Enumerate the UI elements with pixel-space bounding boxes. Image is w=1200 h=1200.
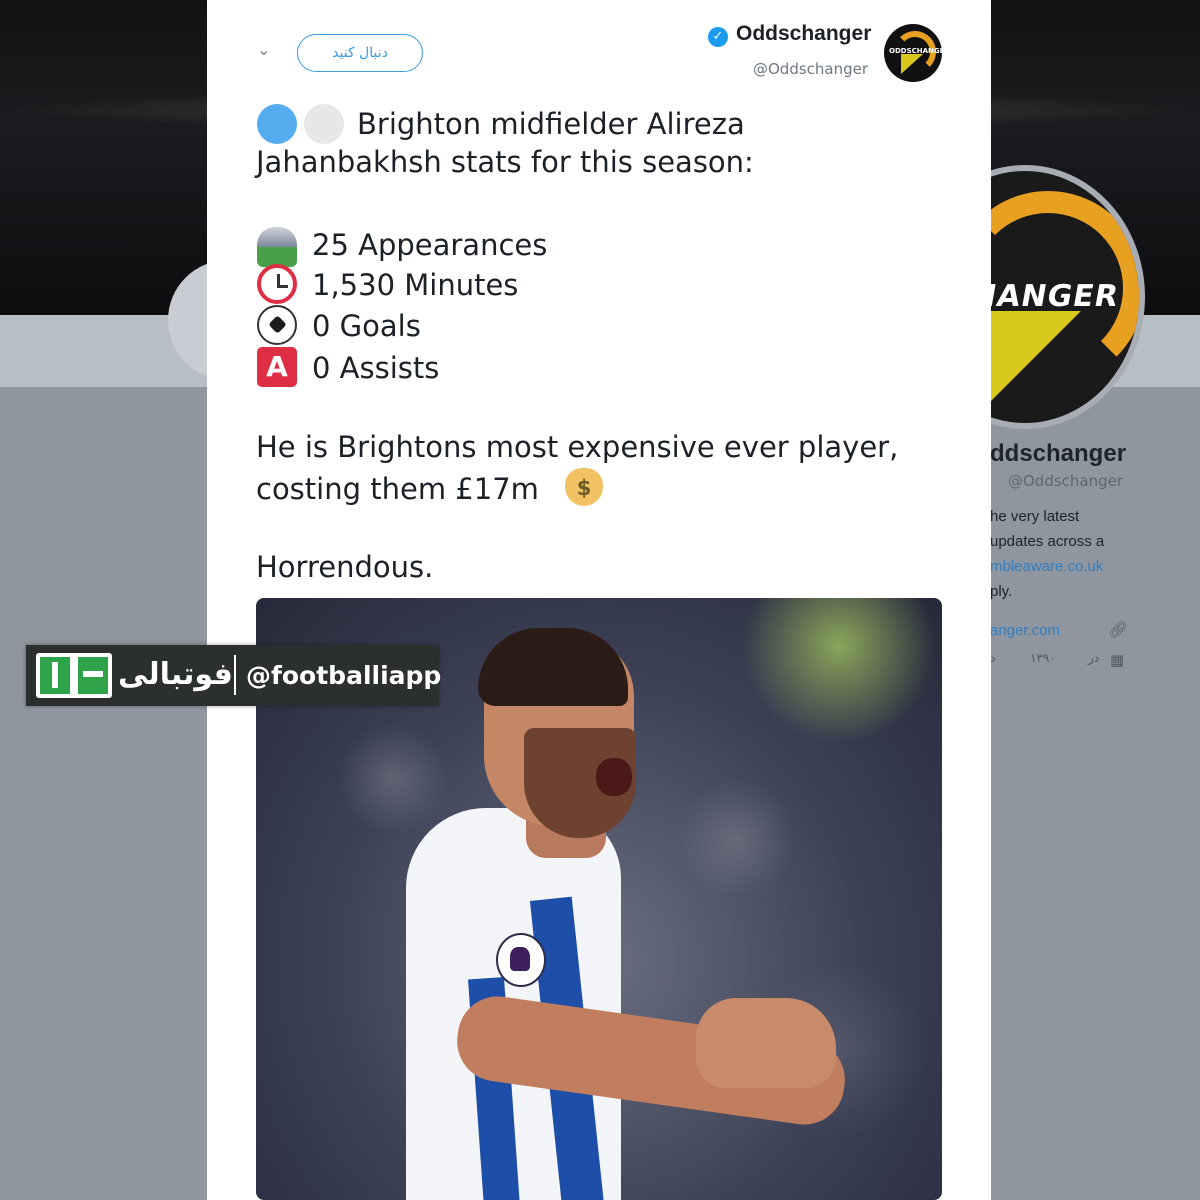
watermark-brand-persian: فوتبالی xyxy=(118,657,233,692)
sidebar-bio-line-4: ply. xyxy=(990,583,1013,600)
sidebar-bio-line-1: he very latest xyxy=(990,508,1080,525)
footballi-watermark: فوتبالی @footballiapp xyxy=(26,645,442,706)
follow-button[interactable]: دنبال کنید xyxy=(297,34,423,72)
sidebar-website[interactable]: anger.com 🔗︎ xyxy=(990,622,1130,639)
alarm-clock-icon xyxy=(257,264,297,304)
blue-circle-icon xyxy=(257,104,297,144)
assist-a-icon: A xyxy=(257,347,297,387)
logo-block-left xyxy=(40,657,70,694)
sidebar-profile-name[interactable]: ddschanger xyxy=(990,440,1190,468)
player-hand xyxy=(696,998,836,1088)
stadium-icon xyxy=(257,227,297,267)
stat-appearances: 25 Appearances xyxy=(312,228,548,262)
joined-prefix: در xyxy=(1088,651,1100,665)
tweet-intro-line-2: Jahanbakhsh stats for this season: xyxy=(256,145,754,179)
author-avatar[interactable]: ODDSCHANGER xyxy=(884,24,942,82)
calendar-icon: ▦ xyxy=(1110,651,1125,669)
joined-year: ۱۳۹۰ xyxy=(1030,651,1056,665)
sidebar-profile-handle[interactable]: @Oddschanger xyxy=(1008,472,1190,490)
profile-sidebar: ddschanger @Oddschanger he very latest u… xyxy=(990,440,1190,673)
logo-block-right xyxy=(78,657,108,694)
author-display-name[interactable]: Oddschanger xyxy=(736,22,871,46)
link-icon: 🔗︎ xyxy=(1108,622,1129,639)
stat-goals: 0 Goals xyxy=(312,309,421,343)
tweet-expensive-line-2: costing them £17m xyxy=(256,472,539,506)
player-open-mouth xyxy=(596,758,632,796)
league-badge-icon xyxy=(496,933,546,987)
watermark-handle: @footballiapp xyxy=(246,661,442,690)
money-bag-icon: $ xyxy=(565,468,603,506)
website-link[interactable]: anger.com xyxy=(990,622,1060,639)
stat-minutes: 1,530 Minutes xyxy=(312,268,519,302)
author-handle[interactable]: @Oddschanger xyxy=(753,60,868,78)
sidebar-joined-date: د ۱۳۹۰ در ▦ xyxy=(990,651,1130,673)
footballi-logo-icon xyxy=(36,653,112,698)
soccer-ball-icon xyxy=(257,305,297,345)
avatar-text: ODDSCHANGER xyxy=(889,47,942,55)
tweet-intro-line-1: Brighton midfielder Alireza xyxy=(357,107,745,141)
white-circle-icon xyxy=(304,104,344,144)
tweet-expensive-line-1: He is Brightons most expensive ever play… xyxy=(256,430,899,464)
tweet-closing: Horrendous. xyxy=(256,550,434,584)
chevron-down-icon[interactable]: ⌄ xyxy=(257,40,270,59)
watermark-divider xyxy=(234,655,236,695)
sidebar-bio-link[interactable]: mbleaware.co.uk xyxy=(990,554,1130,579)
bio-link-text[interactable]: mbleaware.co.uk xyxy=(990,558,1103,575)
verified-badge-icon: ✓ xyxy=(708,27,728,47)
sidebar-bio-line-2: updates across a xyxy=(990,533,1105,550)
stat-assists: 0 Assists xyxy=(312,351,440,385)
